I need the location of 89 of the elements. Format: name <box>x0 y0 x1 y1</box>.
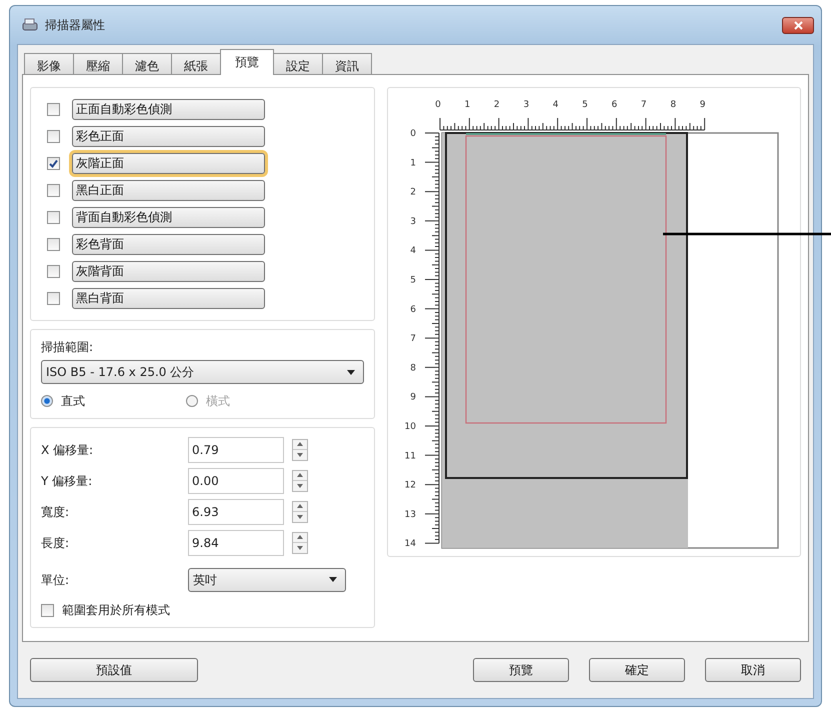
up-arrow-icon[interactable] <box>297 442 303 446</box>
checkbox[interactable] <box>47 184 60 197</box>
checkbox[interactable] <box>47 265 60 278</box>
checkbox[interactable] <box>47 157 60 170</box>
ruler-number: 6 <box>612 100 618 110</box>
ruler-number: 2 <box>494 100 500 110</box>
checkbox[interactable] <box>41 604 54 616</box>
tab[interactable]: 設定 <box>273 53 323 75</box>
ruler-number: 0 <box>435 100 441 110</box>
checkbox[interactable] <box>47 130 60 143</box>
close-icon <box>794 20 802 30</box>
ruler-number: 3 <box>523 100 530 110</box>
checkbox[interactable] <box>47 103 60 116</box>
ruler-number: 6 <box>410 304 416 315</box>
ruler-number: 10 <box>404 422 416 432</box>
radio-button[interactable] <box>41 395 53 407</box>
mode-button[interactable]: 正面自動彩色偵測 <box>72 99 265 120</box>
scan-area-label: 掃描範圍: <box>41 339 94 356</box>
unit-dropdown[interactable]: 英吋 <box>188 568 346 592</box>
ruler-number: 8 <box>410 363 416 374</box>
spinner-control[interactable] <box>292 532 308 554</box>
mode-button[interactable]: 灰階正面 <box>72 153 265 174</box>
ruler-number: 1 <box>464 100 470 110</box>
checkbox[interactable] <box>47 211 60 224</box>
checkbox[interactable] <box>47 238 60 251</box>
up-arrow-icon[interactable] <box>297 535 303 540</box>
number-field[interactable]: 6.93 <box>188 498 284 524</box>
ruler-number: 2 <box>410 188 416 198</box>
dropdown-caret-icon <box>347 370 355 374</box>
dialog-button[interactable]: 預覽 <box>473 658 569 682</box>
close-button[interactable] <box>782 16 814 34</box>
ruler-number: 12 <box>404 480 416 491</box>
ruler-number: 9 <box>700 100 706 110</box>
dialog-button[interactable]: 預設值 <box>30 658 198 682</box>
down-arrow-icon[interactable] <box>297 514 303 519</box>
field-label: Y 偏移量: <box>41 472 94 490</box>
mode-button[interactable]: 灰階背面 <box>72 261 265 282</box>
number-field[interactable]: 0.00 <box>188 468 284 494</box>
checkbox[interactable] <box>47 292 60 305</box>
radio-label: 橫式 <box>206 393 230 410</box>
dialog-button[interactable]: 取消 <box>705 658 801 682</box>
ruler-number: 5 <box>582 100 588 110</box>
spinner-control[interactable] <box>292 500 308 522</box>
down-arrow-icon[interactable] <box>297 452 303 457</box>
field-label: 長度: <box>41 534 70 552</box>
ruler-number: 3 <box>410 216 416 227</box>
tab[interactable]: 紙張 <box>171 53 221 75</box>
scanner-icon <box>21 17 39 33</box>
dropdown-caret-icon <box>329 577 337 582</box>
ruler-number: 0 <box>410 129 416 139</box>
ruler-number: 4 <box>552 100 558 110</box>
spinner-control[interactable] <box>292 438 308 460</box>
dialog-button[interactable]: 確定 <box>589 658 685 682</box>
ruler-number: 4 <box>410 246 416 256</box>
field-label: 單位: <box>41 572 70 588</box>
tab[interactable]: 預覽 <box>220 49 274 75</box>
tab[interactable]: 資訊 <box>322 53 372 75</box>
field-label: X 偏移量: <box>41 442 94 458</box>
radio-label: 直式 <box>61 393 85 410</box>
mode-button[interactable]: 黑白正面 <box>72 180 265 201</box>
ruler-number: 13 <box>404 510 416 520</box>
ruler-number: 7 <box>640 100 647 110</box>
tab[interactable]: 影像 <box>24 53 74 75</box>
up-arrow-icon[interactable] <box>297 504 303 508</box>
unit-value: 英吋 <box>193 572 217 588</box>
ruler-number: 9 <box>410 392 416 403</box>
mode-button[interactable]: 背面自動彩色偵測 <box>72 207 265 228</box>
ruler-number: 8 <box>670 100 676 110</box>
field-label: 寬度: <box>41 504 70 520</box>
up-arrow-icon[interactable] <box>297 473 303 478</box>
spinner-control[interactable] <box>292 470 308 492</box>
ruler-number: 1 <box>410 158 416 168</box>
ruler-number: 5 <box>410 276 416 286</box>
mode-button[interactable]: 彩色背面 <box>72 234 265 255</box>
mode-button[interactable]: 彩色正面 <box>72 126 265 147</box>
down-arrow-icon[interactable] <box>297 484 303 488</box>
tab[interactable]: 濾色 <box>122 53 172 75</box>
mode-button[interactable]: 黑白背面 <box>72 288 265 309</box>
ruler-number: 14 <box>404 539 416 550</box>
paper-size-value: ISO B5 - 17.6 x 25.0 公分 <box>46 364 194 381</box>
number-field[interactable]: 0.79 <box>188 436 284 462</box>
tab[interactable]: 壓縮 <box>73 53 123 75</box>
ruler-number: 11 <box>404 451 416 462</box>
paper-size-dropdown[interactable]: ISO B5 - 17.6 x 25.0 公分 <box>41 360 364 384</box>
number-field[interactable]: 9.84 <box>188 530 284 556</box>
ruler-number: 7 <box>410 334 416 344</box>
checkbox-label: 範圍套用於所有模式 <box>62 602 170 619</box>
window-title: 掃描器屬性 <box>45 17 105 34</box>
down-arrow-icon[interactable] <box>297 546 303 550</box>
